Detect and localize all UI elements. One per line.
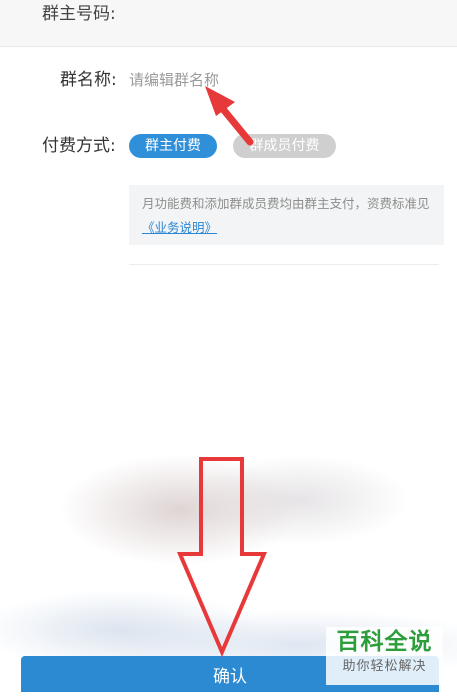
- down-arrow-icon: [176, 457, 268, 658]
- watermark-title: 百科全说: [336, 629, 433, 655]
- annotation-overlay: [176, 86, 268, 658]
- diagonal-arrow-icon: [205, 86, 254, 146]
- watermark-logo: 百科全说 助你轻松解决: [326, 627, 443, 685]
- watermark-subtitle: 助你轻松解决: [342, 659, 427, 674]
